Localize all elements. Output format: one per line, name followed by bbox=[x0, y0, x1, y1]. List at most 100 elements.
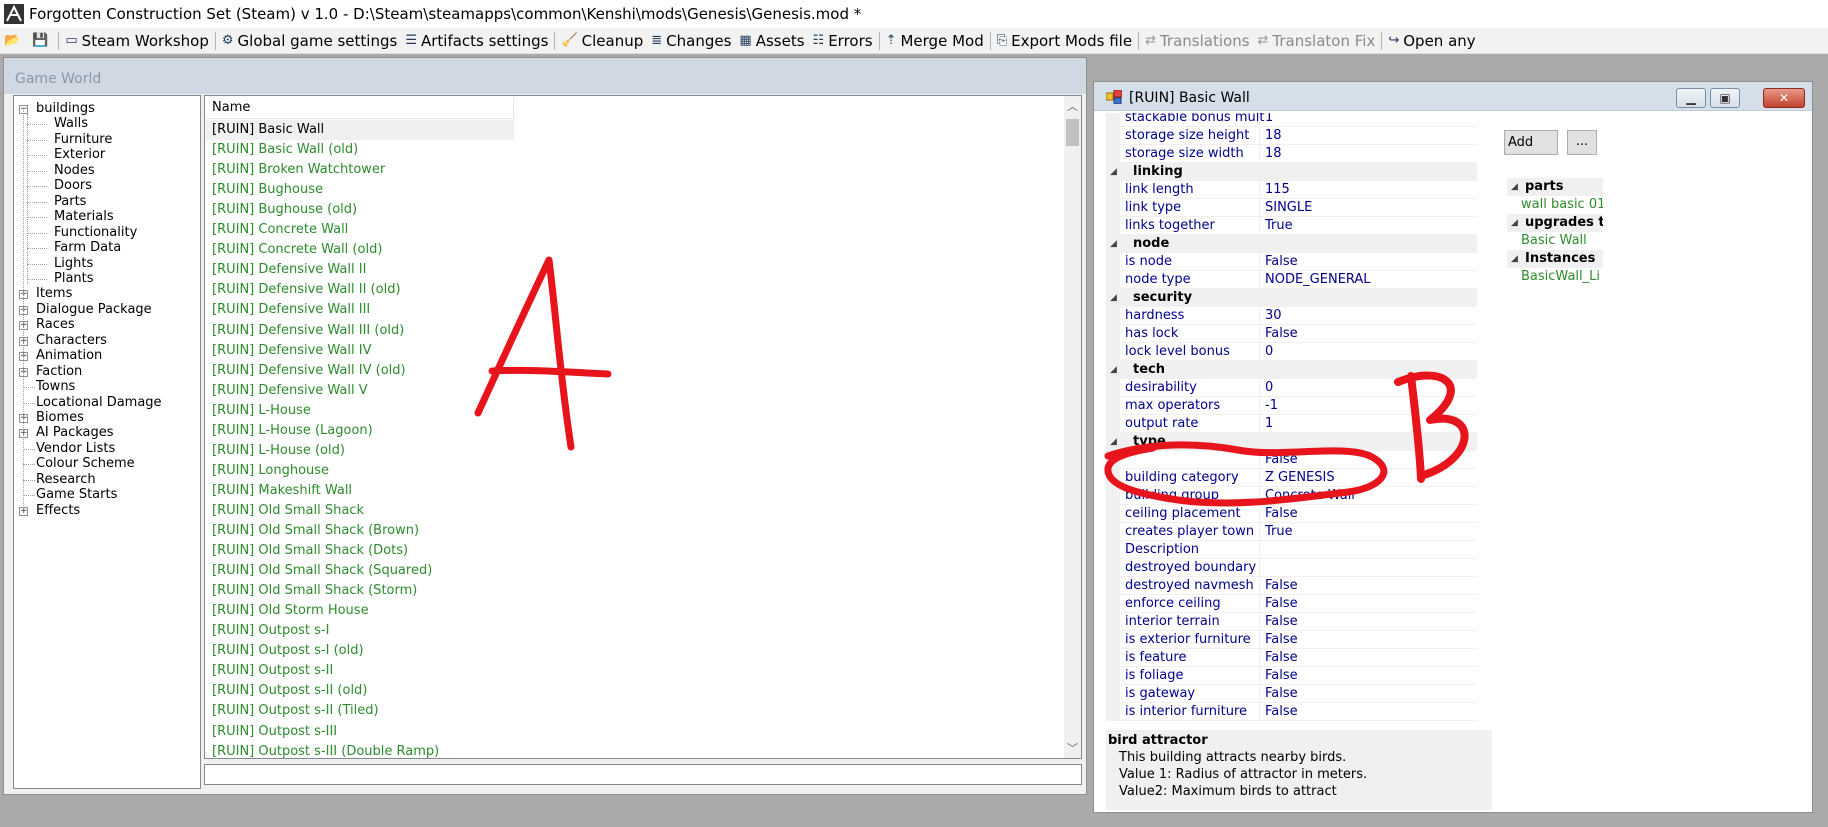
toolbar-save-disk-button[interactable]: 💾 bbox=[28, 29, 56, 53]
property-row[interactable]: has lock False bbox=[1106, 325, 1477, 343]
scroll-up-arrow-icon[interactable]: ︿ bbox=[1064, 98, 1081, 114]
more-options-button[interactable]: ... bbox=[1567, 130, 1597, 155]
collapse-triangle-icon[interactable]: ◢ bbox=[1110, 289, 1117, 307]
list-item[interactable]: [RUIN] Concrete Wall bbox=[212, 220, 348, 240]
list-item[interactable]: [RUIN] Old Small Shack (Brown) bbox=[212, 521, 419, 541]
reference-item[interactable]: BasicWall_Li bbox=[1521, 268, 1600, 286]
list-item[interactable]: [RUIN] Defensive Wall II bbox=[212, 260, 366, 280]
property-row[interactable]: is node False bbox=[1106, 253, 1477, 271]
property-row[interactable]: lock level bonus 0 bbox=[1106, 343, 1477, 361]
property-value[interactable]: 18 bbox=[1259, 127, 1282, 145]
property-value[interactable]: 30 bbox=[1259, 307, 1282, 325]
property-row[interactable]: enforce ceiling False bbox=[1106, 595, 1477, 613]
list-vertical-scrollbar[interactable]: ︿ ﹀ bbox=[1064, 96, 1081, 758]
property-value[interactable]: False bbox=[1259, 649, 1298, 667]
property-row[interactable]: is foliage False bbox=[1106, 667, 1477, 685]
list-item[interactable]: [RUIN] Outpost s-II (Tiled) bbox=[212, 701, 379, 721]
reference-item[interactable]: wall basic 01 bbox=[1521, 196, 1603, 214]
property-category-linking[interactable]: ◢ linking bbox=[1106, 163, 1477, 181]
toolbar-assets-button[interactable]: ▦ Assets bbox=[735, 29, 808, 53]
scrollbar-thumb[interactable] bbox=[1066, 119, 1079, 146]
property-value[interactable]: True bbox=[1259, 523, 1293, 541]
property-value[interactable]: False bbox=[1259, 595, 1298, 613]
list-item[interactable]: [RUIN] Outpost s-I bbox=[212, 621, 329, 641]
collapse-triangle-icon[interactable]: ◢ bbox=[1110, 163, 1117, 181]
list-item[interactable]: [RUIN] L-House (Lagoon) bbox=[212, 421, 373, 441]
property-row[interactable]: storage size height 18 bbox=[1106, 127, 1477, 145]
property-value[interactable]: 1 bbox=[1259, 113, 1273, 127]
property-row[interactable]: Description bbox=[1106, 541, 1477, 559]
property-category-security[interactable]: ◢ security bbox=[1106, 289, 1477, 307]
list-item[interactable]: [RUIN] Outpost s-III (Double Ramp) bbox=[212, 742, 439, 758]
toolbar-artifacts-settings-button[interactable]: ☰ Artifacts settings bbox=[401, 29, 552, 53]
add-button[interactable]: Add bbox=[1504, 130, 1558, 155]
tree-node-effects[interactable]: Effects bbox=[36, 502, 80, 520]
property-value[interactable] bbox=[1259, 559, 1265, 577]
scroll-up-arrow-icon[interactable]: ︿ bbox=[1491, 113, 1492, 128]
property-category-node[interactable]: ◢ node bbox=[1106, 235, 1477, 253]
property-row[interactable]: creates player town True bbox=[1106, 523, 1477, 541]
list-item[interactable]: [RUIN] Defensive Wall IV (old) bbox=[212, 361, 406, 381]
property-value[interactable]: False bbox=[1259, 577, 1298, 595]
reference-item[interactable]: Basic Wall bbox=[1521, 232, 1587, 250]
property-row[interactable]: is interior furniture False bbox=[1106, 703, 1477, 721]
search-input[interactable] bbox=[204, 764, 1082, 785]
list-item[interactable]: [RUIN] L-House (old) bbox=[212, 441, 345, 461]
property-row[interactable]: stackable bonus mult 1 bbox=[1106, 113, 1477, 127]
list-item[interactable]: [RUIN] Defensive Wall II (old) bbox=[212, 280, 401, 300]
property-value[interactable]: False bbox=[1259, 631, 1298, 649]
minimize-button[interactable]: ▁ bbox=[1676, 88, 1706, 108]
toolbar-open-folder-button[interactable]: 📂 bbox=[0, 29, 28, 53]
collapse-triangle-icon[interactable]: ◢ bbox=[1110, 235, 1117, 253]
toolbar-global-game-settings-button[interactable]: ⚙ Global game settings bbox=[218, 29, 401, 53]
list-item[interactable]: [RUIN] Defensive Wall V bbox=[212, 381, 368, 401]
property-value[interactable]: 0 bbox=[1259, 343, 1273, 361]
list-item[interactable]: [RUIN] Defensive Wall III (old) bbox=[212, 321, 404, 341]
toolbar-cleanup-button[interactable]: 🧹 Cleanup bbox=[557, 29, 647, 53]
reference-category[interactable]: ◢ Instances bbox=[1507, 250, 1603, 268]
property-value[interactable]: False bbox=[1259, 613, 1298, 631]
list-item[interactable]: [RUIN] Broken Watchtower bbox=[212, 160, 385, 180]
list-item[interactable]: [RUIN] Defensive Wall III bbox=[212, 300, 370, 320]
property-value[interactable]: False bbox=[1259, 325, 1298, 343]
list-item[interactable]: [RUIN] Old Small Shack (Squared) bbox=[212, 561, 432, 581]
property-value[interactable]: 18 bbox=[1259, 145, 1282, 163]
property-row[interactable]: hardness 30 bbox=[1106, 307, 1477, 325]
list-item[interactable]: [RUIN] Outpost s-I (old) bbox=[212, 641, 364, 661]
property-value[interactable]: False bbox=[1259, 667, 1298, 685]
list-item[interactable]: [RUIN] Defensive Wall IV bbox=[212, 341, 372, 361]
toolbar-translaton-fix-button[interactable]: ⇄ Translaton Fix bbox=[1254, 29, 1380, 53]
list-item[interactable]: [RUIN] Old Small Shack (Storm) bbox=[212, 581, 417, 601]
property-value[interactable]: False bbox=[1259, 685, 1298, 703]
scroll-down-arrow-icon[interactable]: ﹀ bbox=[1491, 710, 1492, 726]
list-item[interactable]: [RUIN] Longhouse bbox=[212, 461, 329, 481]
property-row[interactable]: is exterior furniture False bbox=[1106, 631, 1477, 649]
collapse-triangle-icon[interactable]: ◢ bbox=[1511, 214, 1518, 232]
list-item[interactable]: [RUIN] Concrete Wall (old) bbox=[212, 240, 382, 260]
toolbar-errors-button[interactable]: ☷ Errors bbox=[809, 29, 877, 53]
toolbar-changes-button[interactable]: ≣ Changes bbox=[647, 29, 735, 53]
toolbar-export-mods-file-button[interactable]: ⎘ Export Mods file bbox=[993, 29, 1136, 53]
toolbar-translations-button[interactable]: ⇄ Translations bbox=[1141, 29, 1253, 53]
property-grid-scrollbar[interactable]: ︿ ﹀ bbox=[1491, 114, 1492, 726]
list-item[interactable]: [RUIN] Old Small Shack (Dots) bbox=[212, 541, 408, 561]
properties-window-titlebar[interactable]: [RUIN] Basic Wall ▁ ▣ ✕ bbox=[1094, 82, 1812, 111]
references-tree[interactable]: ◢ parts wall basic 01 ◢ upgrades t Basic Wall… bbox=[1507, 178, 1603, 525]
property-row[interactable]: destroyed navmesh False bbox=[1106, 577, 1477, 595]
property-row[interactable]: is gateway False bbox=[1106, 685, 1477, 703]
property-value[interactable]: True bbox=[1259, 217, 1293, 235]
property-row[interactable]: link type SINGLE bbox=[1106, 199, 1477, 217]
list-item[interactable]: [RUIN] Outpost s-III bbox=[212, 722, 337, 742]
list-item[interactable]: [RUIN] Outpost s-II (old) bbox=[212, 681, 367, 701]
property-value[interactable]: SINGLE bbox=[1259, 199, 1312, 217]
list-item[interactable]: [RUIN] Bughouse (old) bbox=[212, 200, 357, 220]
close-button[interactable]: ✕ bbox=[1763, 88, 1805, 108]
reference-category[interactable]: ◢ upgrades t bbox=[1507, 214, 1603, 232]
maximize-button[interactable]: ▣ bbox=[1710, 88, 1740, 108]
list-item[interactable]: [RUIN] L-House bbox=[212, 401, 311, 421]
list-item[interactable]: [RUIN] Makeshift Wall bbox=[212, 481, 352, 501]
collapse-triangle-icon[interactable]: ◢ bbox=[1511, 250, 1518, 268]
property-value[interactable] bbox=[1259, 541, 1265, 559]
property-row[interactable]: link length 115 bbox=[1106, 181, 1477, 199]
toolbar-open-any-button[interactable]: ↪ Open any bbox=[1384, 29, 1479, 53]
